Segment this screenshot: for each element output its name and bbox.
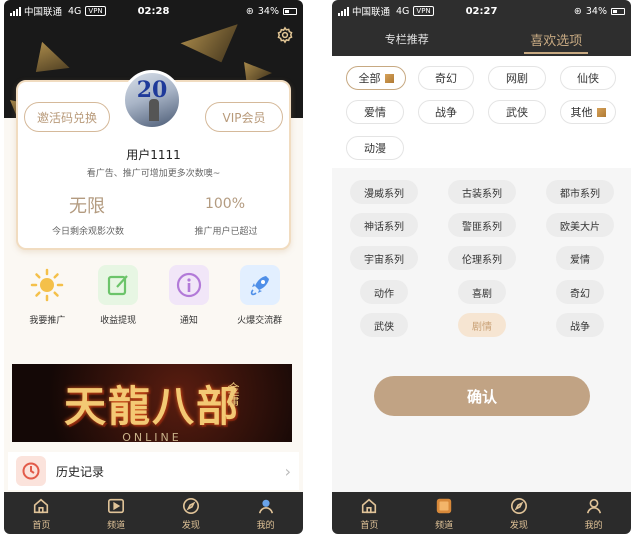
category-chip-selected[interactable]: 剧情 xyxy=(458,313,506,337)
remaining-views-label: 今日剩余观影次数 xyxy=(51,227,124,237)
fav-chip-label: 其他 xyxy=(570,106,593,119)
remaining-views-value: 无限 xyxy=(69,196,105,217)
tab-home-label: 首页 xyxy=(32,520,51,531)
fav-chip-label: 全部 xyxy=(358,72,381,85)
settings-gear-icon[interactable] xyxy=(275,26,295,46)
edit-icon xyxy=(98,265,139,305)
tab-channel-label: 频道 xyxy=(107,520,126,531)
clock: 02:27 xyxy=(465,5,498,17)
promotion-percent-label: 推广用户已超过 xyxy=(194,227,258,237)
user-icon xyxy=(584,496,604,516)
preferences-screen: 中国联通 4G VPN 02:27 ⊛ 34% 专栏推荐 喜欢选项 全部 奇幻 … xyxy=(332,0,631,534)
withdraw-label: 收益提现 xyxy=(100,316,137,326)
withdraw-action[interactable]: 收益提现 xyxy=(88,265,148,343)
selected-square-icon xyxy=(384,73,394,83)
status-bar: 中国联通 4G VPN 02:27 ⊛ 34% xyxy=(332,0,631,22)
fav-chip-anime[interactable]: 动漫 xyxy=(346,136,404,160)
tab-mine[interactable]: 我的 xyxy=(556,492,631,534)
banner-subtitle: ONLINE xyxy=(122,431,182,442)
compass-icon xyxy=(509,496,529,516)
category-chip[interactable]: 战争 xyxy=(556,313,604,337)
category-chip[interactable]: 神话系列 xyxy=(350,213,418,237)
promote-label: 我要推广 xyxy=(29,316,66,326)
category-chip[interactable]: 都市系列 xyxy=(546,180,614,204)
banner-title: 天龍八部 xyxy=(63,381,240,431)
battery-icon xyxy=(283,7,297,15)
tab-home[interactable]: 首页 xyxy=(4,492,79,534)
fav-chip-war[interactable]: 战争 xyxy=(418,100,474,124)
category-chip[interactable]: 宇宙系列 xyxy=(350,246,418,270)
category-chip[interactable]: 武侠 xyxy=(360,313,408,337)
fav-chip-xianxia[interactable]: 仙侠 xyxy=(560,66,616,90)
fav-chip-other[interactable]: 其他 xyxy=(560,100,616,124)
notice-label: 通知 xyxy=(179,316,198,326)
category-chip[interactable]: 警匪系列 xyxy=(448,213,516,237)
category-chip[interactable]: 漫威系列 xyxy=(350,180,418,204)
tab-discover[interactable]: 发现 xyxy=(482,492,557,534)
fav-chip-webdrama[interactable]: 网剧 xyxy=(488,66,546,90)
channel-icon xyxy=(434,496,454,516)
clock: 02:28 xyxy=(137,5,170,17)
selected-square-icon xyxy=(596,107,606,117)
category-chip[interactable]: 爱情 xyxy=(556,246,604,270)
home-icon xyxy=(359,496,379,516)
fav-chip-wuxia[interactable]: 武侠 xyxy=(488,100,546,124)
tab-mine[interactable]: 我的 xyxy=(228,492,303,534)
tab-channel-label: 频道 xyxy=(435,520,454,531)
profile-screen: 中国联通 4G VPN 02:28 ⊛ 34% 邀活码兑换 VIP会员 用户11… xyxy=(4,0,303,534)
promotion-percent-value: 100% xyxy=(204,196,246,212)
avatar[interactable]: 20 xyxy=(122,70,182,130)
info-icon xyxy=(168,265,209,305)
group-chat-label: 火爆交流群 xyxy=(237,316,283,326)
chevron-right-icon: › xyxy=(284,461,291,481)
game-ad-banner[interactable]: 天龍八部 金庸 ONLINE xyxy=(12,364,292,442)
promo-tip: 看广告、推广可增加更多次数噢~ xyxy=(86,169,221,179)
tab-mine-label: 我的 xyxy=(584,520,603,531)
tab-discover-label: 发现 xyxy=(181,520,200,531)
fav-chip-fantasy[interactable]: 奇幻 xyxy=(418,66,474,90)
promote-action[interactable]: 我要推广 xyxy=(17,265,77,343)
favorite-genres-panel: 全部 奇幻 网剧 仙侠 爱情 战争 武侠 其他 动漫 xyxy=(332,56,631,168)
banner-badge: 金庸 xyxy=(226,382,240,406)
category-chip[interactable]: 欧美大片 xyxy=(546,213,614,237)
tab-discover[interactable]: 发现 xyxy=(154,492,229,534)
user-icon xyxy=(256,496,276,516)
preferences-tabs: 专栏推荐 喜欢选项 xyxy=(332,22,631,56)
clock-icon xyxy=(16,456,46,486)
history-title: 历史记录 xyxy=(56,464,105,479)
tab-home-label: 首页 xyxy=(360,520,379,531)
bottom-tab-bar: 首页 频道 发现 我的 xyxy=(332,492,631,534)
category-chip[interactable]: 伦理系列 xyxy=(448,246,516,270)
fav-chip-romance[interactable]: 爱情 xyxy=(346,100,404,124)
tab-mine-label: 我的 xyxy=(256,520,275,531)
category-chip[interactable]: 古装系列 xyxy=(448,180,516,204)
tab-favorite-options[interactable]: 喜欢选项 xyxy=(482,22,632,56)
tab-discover-label: 发现 xyxy=(509,520,528,531)
history-row[interactable]: 历史记录 › xyxy=(8,452,299,490)
compass-icon xyxy=(181,496,201,516)
play-icon xyxy=(106,496,126,516)
vip-member-button[interactable]: VIP会员 xyxy=(205,102,283,132)
battery-icon xyxy=(611,7,625,15)
notice-action[interactable]: 通知 xyxy=(159,265,219,343)
category-chip[interactable]: 动作 xyxy=(360,280,408,304)
redeem-code-button[interactable]: 邀活码兑换 xyxy=(24,102,110,132)
quick-actions: 我要推广 收益提现 通知 火爆交流群 xyxy=(12,265,295,343)
tab-channel[interactable]: 频道 xyxy=(407,492,482,534)
category-chip[interactable]: 喜剧 xyxy=(458,280,506,304)
confirm-button[interactable]: 确认 xyxy=(374,376,590,416)
bottom-tab-bar: 首页 频道 发现 我的 xyxy=(4,492,303,534)
fav-chip-all[interactable]: 全部 xyxy=(346,66,406,90)
username: 用户1111 xyxy=(126,148,181,162)
tab-channel[interactable]: 频道 xyxy=(79,492,154,534)
home-icon xyxy=(31,496,51,516)
category-chip[interactable]: 奇幻 xyxy=(556,280,604,304)
rocket-icon xyxy=(239,265,280,305)
group-chat-action[interactable]: 火爆交流群 xyxy=(230,265,290,343)
status-bar: 中国联通 4G VPN 02:28 ⊛ 34% xyxy=(4,0,303,22)
sun-icon xyxy=(27,265,67,305)
tab-column-recommend[interactable]: 专栏推荐 xyxy=(332,22,482,56)
tab-home[interactable]: 首页 xyxy=(332,492,407,534)
